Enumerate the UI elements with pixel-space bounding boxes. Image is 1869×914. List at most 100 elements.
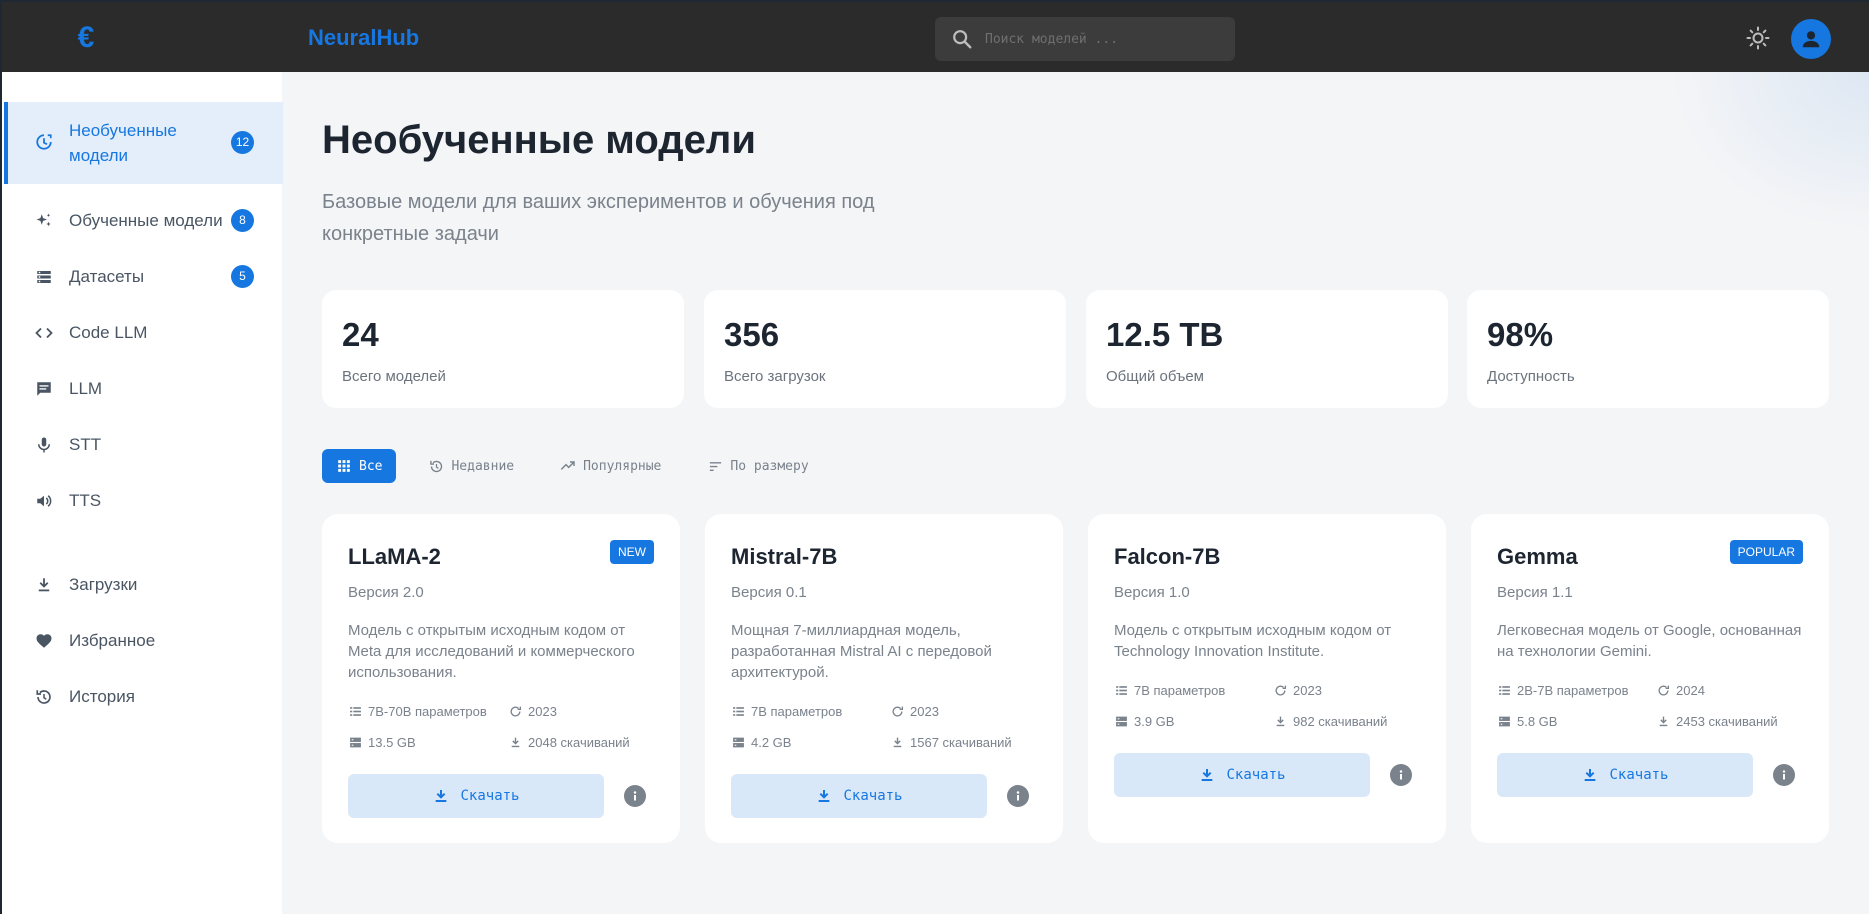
model-description: Модель с открытым исходным кодом от Tech… [1114,622,1392,660]
sidebar-item-label: Обученные модели [69,211,223,230]
stat-value: 12.5 TB [1106,316,1224,353]
info-icon [1016,791,1020,801]
download-icon [1581,766,1599,784]
downloads-text: 1567 скачиваний [910,735,1012,750]
model-downloads: 982 скачиваний [1273,714,1387,729]
model-card-gemma: Gemma POPULAR Версия 1.1 Легковесная мод… [1471,514,1829,843]
model-size: 5.8 GB [1497,714,1557,729]
info-button[interactable] [624,785,646,807]
info-icon [1782,770,1786,780]
stat-card-availability: 98% Доступность [1467,290,1829,408]
user-icon [1802,31,1820,48]
sidebar-item-trained-models[interactable]: Обученные модели 8 [4,198,283,244]
filter-label: Популярные [583,458,662,474]
sidebar-item-untrained-models[interactable]: Необученные модели 12 [4,102,283,184]
sidebar-item-label: Избранное [69,631,156,650]
sidebar-item-llm[interactable]: LLM [4,366,283,412]
download-icon [1656,715,1670,729]
count-badge: 8 [231,209,254,232]
model-name: Falcon-7B [1114,544,1221,569]
download-button[interactable]: Скачать [1497,753,1753,797]
sidebar-item-history[interactable]: История [4,674,283,720]
sidebar-item-label: История [69,687,135,706]
sidebar-item-label: Датасеты [69,267,145,286]
model-version: Версия 0.1 [731,584,807,601]
update-icon [508,705,522,719]
model-year: 2024 [1656,683,1705,698]
download-button[interactable]: Скачать [348,774,604,818]
sidebar-item-label: Необученные модели [69,121,177,165]
history-icon [34,687,54,707]
sidebar-item-favorites[interactable]: Избранное [4,618,283,664]
info-icon [1399,770,1403,780]
year-text: 2023 [528,704,557,719]
theme-toggle-button[interactable] [1744,24,1772,52]
model-size: 4.2 GB [731,735,791,750]
background-glow [1669,72,1869,232]
download-button[interactable]: Скачать [731,774,987,818]
size-text: 13.5 GB [368,735,416,750]
stat-card-total-size: 12.5 TB Общий объем [1086,290,1448,408]
search-icon [953,30,972,49]
list-icon [348,705,362,719]
model-name: Mistral-7B [731,544,838,569]
sidebar-item-label: Code LLM [69,323,148,342]
sun-icon [1746,26,1770,50]
storage-icon [1497,715,1511,729]
model-description: Модель с открытым исходным кодом от Meta… [348,622,635,681]
sidebar-item-label: LLM [69,379,103,398]
year-text: 2024 [1676,683,1705,698]
model-card-falcon-7b: Falcon-7B Версия 1.0 Модель с открытым и… [1088,514,1446,843]
stat-caption: Доступность [1487,368,1575,385]
model-year: 2023 [1273,683,1322,698]
code-icon [34,323,54,343]
stat-caption: Всего загрузок [724,368,826,385]
page-subtitle: Базовые модели для ваших экспериментов и… [322,191,875,245]
count-badge: 5 [231,265,254,288]
chat-icon [34,379,54,399]
filter-recent[interactable]: Недавние [414,449,528,483]
filter-by-size[interactable]: По размеру [693,449,822,483]
update-icon [890,705,904,719]
download-label: Скачать [460,788,520,804]
sidebar-item-stt[interactable]: STT [4,422,283,468]
logo-icon[interactable]: € [72,22,100,54]
model-params: 7B параметров [1114,683,1225,698]
top-bar: € NeuralHub [0,0,1869,72]
brand-name[interactable]: NeuralHub [308,25,419,51]
filter-tabs: Все Недавние Популярные По размеру [322,449,841,483]
storage-icon [34,267,54,287]
info-button[interactable] [1007,785,1029,807]
list-icon [731,705,745,719]
update-icon [1656,684,1670,698]
model-year: 2023 [890,704,939,719]
search-box[interactable] [935,17,1235,61]
search-input[interactable] [985,31,1215,47]
model-downloads: 2453 скачиваний [1656,714,1778,729]
info-button[interactable] [1390,764,1412,786]
download-label: Скачать [843,788,903,804]
year-text: 2023 [910,704,939,719]
avatar[interactable] [1791,19,1831,59]
model-size: 13.5 GB [348,735,416,750]
new-badge: NEW [610,540,654,564]
stat-caption: Всего моделей [342,368,446,385]
stat-value: 24 [342,316,379,353]
sidebar-item-code-llm[interactable]: Code LLM [4,310,283,356]
sidebar-item-datasets[interactable]: Датасеты 5 [4,254,283,300]
download-icon [34,575,54,595]
download-icon [815,787,833,805]
storage-icon [731,736,745,750]
filter-all[interactable]: Все [322,449,397,483]
sidebar-item-label: STT [69,435,102,454]
model-version: Версия 2.0 [348,584,424,601]
params-text: 7B-70B параметров [368,704,487,719]
info-button[interactable] [1773,764,1795,786]
sidebar-item-tts[interactable]: TTS [4,478,283,524]
filter-popular[interactable]: Популярные [546,449,675,483]
sidebar-item-downloads[interactable]: Загрузки [4,562,283,608]
downloads-text: 2453 скачиваний [1676,714,1778,729]
model-params: 2B-7B параметров [1497,683,1629,698]
download-button[interactable]: Скачать [1114,753,1370,797]
sidebar-item-label: Загрузки [69,575,138,594]
